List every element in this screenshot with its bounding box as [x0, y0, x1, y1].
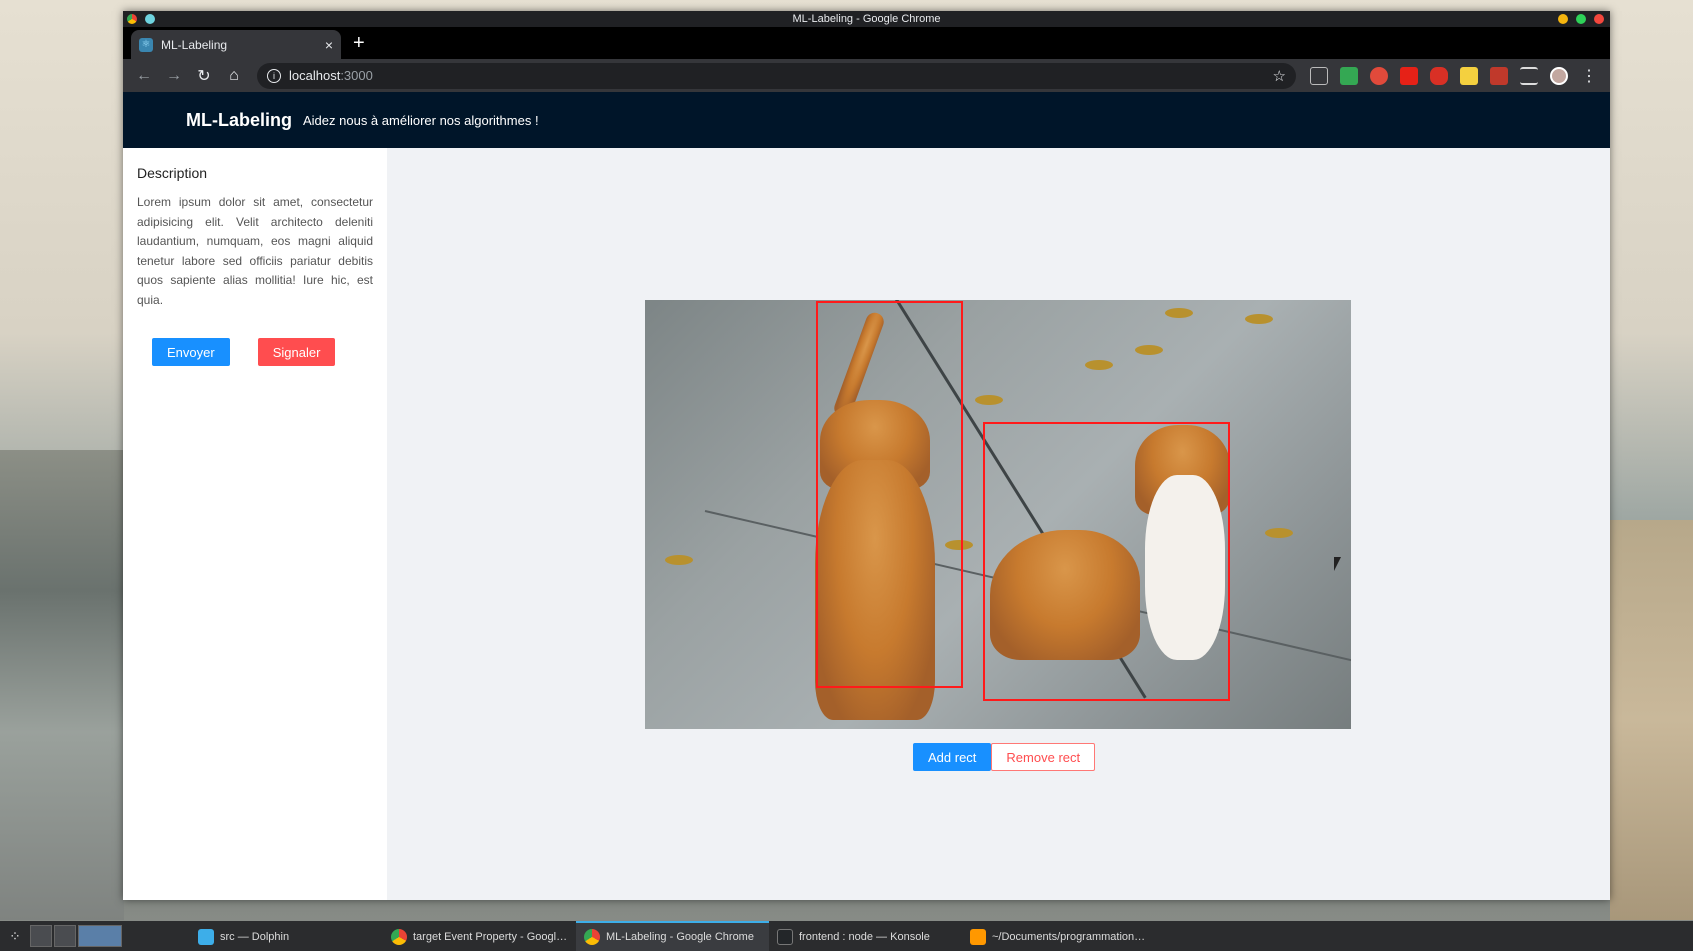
canvas-actions: Add rect Remove rect — [913, 743, 1096, 771]
pin-window-button[interactable] — [145, 14, 155, 24]
extension-yellow-icon[interactable] — [1460, 66, 1478, 85]
address-host: localhost — [289, 68, 341, 83]
youtube-extension-icon[interactable] — [1400, 66, 1418, 85]
task-chrome-ml-labeling[interactable]: ML-Labeling - Google Chrome — [576, 921, 769, 951]
main-content: Add rect Remove rect — [387, 148, 1610, 900]
media-controls-icon[interactable] — [1520, 66, 1538, 85]
folder-icon — [198, 929, 214, 945]
app-header: ML-Labeling Aidez nous à améliorer nos a… — [123, 92, 1610, 148]
browser-toolbar: ← → ↻ ⌂ i localhost :3000 ☆ ⋮ — [123, 59, 1610, 92]
report-button[interactable]: Signaler — [257, 338, 336, 366]
new-tab-button[interactable]: + — [353, 32, 365, 55]
maximize-button[interactable] — [1576, 14, 1586, 24]
minimize-button[interactable] — [1558, 14, 1568, 24]
bookmark-star-icon[interactable]: ☆ — [1273, 67, 1286, 85]
app-tagline: Aidez nous à améliorer nos algorithmes ! — [303, 112, 539, 128]
menu-icon[interactable]: ⋮ — [1576, 63, 1602, 89]
task-konsole[interactable]: frontend : node — Konsole — [769, 921, 962, 951]
window-title: ML-Labeling - Google Chrome — [792, 13, 941, 25]
reader-mode-icon[interactable] — [1310, 66, 1328, 85]
tab-title: ML-Labeling — [161, 37, 228, 52]
chrome-icon — [584, 929, 600, 945]
app-brand: ML-Labeling — [186, 109, 292, 130]
chrome-icon — [391, 929, 407, 945]
window-titlebar: ML-Labeling - Google Chrome — [123, 11, 1610, 27]
labeling-canvas[interactable] — [645, 300, 1351, 729]
close-window-button[interactable] — [1594, 14, 1604, 24]
chrome-logo-icon — [127, 14, 137, 24]
reload-icon[interactable]: ↻ — [191, 63, 217, 89]
bounding-box-2[interactable] — [983, 422, 1230, 701]
app-page: ML-Labeling Aidez nous à améliorer nos a… — [123, 92, 1610, 900]
tab-strip: ⚛ ML-Labeling × + — [123, 27, 1610, 59]
task-chrome-event-property[interactable]: target Event Property - Google C... — [383, 921, 576, 951]
home-icon[interactable]: ⌂ — [221, 63, 247, 89]
bounding-box-1[interactable] — [816, 301, 963, 688]
task-sublime[interactable]: ~/Documents/programmation/ml... — [962, 921, 1155, 951]
hand-extension-icon[interactable] — [1430, 66, 1448, 85]
terminal-icon — [777, 929, 793, 945]
desktop-wallpaper-left — [0, 450, 124, 920]
forward-icon[interactable]: → — [161, 63, 187, 89]
sublime-icon — [970, 929, 986, 945]
address-port: :3000 — [340, 68, 373, 83]
send-button[interactable]: Envoyer — [152, 338, 230, 366]
extension-red-square-icon[interactable] — [1490, 66, 1508, 85]
mouse-cursor-icon — [1334, 557, 1341, 571]
address-bar[interactable]: i localhost :3000 ☆ — [257, 62, 1296, 89]
profile-avatar-icon[interactable] — [1550, 66, 1568, 85]
app-launcher-icon[interactable]: ⁘ — [0, 921, 30, 951]
extension-green-icon[interactable] — [1340, 66, 1358, 85]
extension-red-circle-icon[interactable] — [1370, 66, 1388, 85]
tab-close-icon[interactable]: × — [325, 37, 333, 53]
task-dolphin[interactable]: src — Dolphin — [190, 921, 383, 951]
desktop-pager[interactable] — [30, 925, 122, 947]
browser-window: ML-Labeling - Google Chrome ⚛ ML-Labelin… — [123, 11, 1610, 900]
react-icon: ⚛ — [139, 37, 153, 52]
site-info-icon[interactable]: i — [267, 68, 281, 83]
taskbar: ⁘ src — Dolphin target Event Property - … — [0, 921, 1693, 951]
add-rect-button[interactable]: Add rect — [913, 743, 992, 771]
back-icon[interactable]: ← — [131, 63, 157, 89]
description-title: Description — [137, 165, 208, 181]
remove-rect-button[interactable]: Remove rect — [991, 743, 1096, 771]
desktop-wallpaper-right — [1610, 520, 1693, 920]
tab-ml-labeling[interactable]: ⚛ ML-Labeling × — [131, 30, 341, 59]
description-text: Lorem ipsum dolor sit amet, consectetur … — [137, 195, 373, 307]
sidebar-actions: Envoyer Signaler — [137, 338, 373, 366]
sidebar: Description Lorem ipsum dolor sit amet, … — [123, 148, 387, 900]
